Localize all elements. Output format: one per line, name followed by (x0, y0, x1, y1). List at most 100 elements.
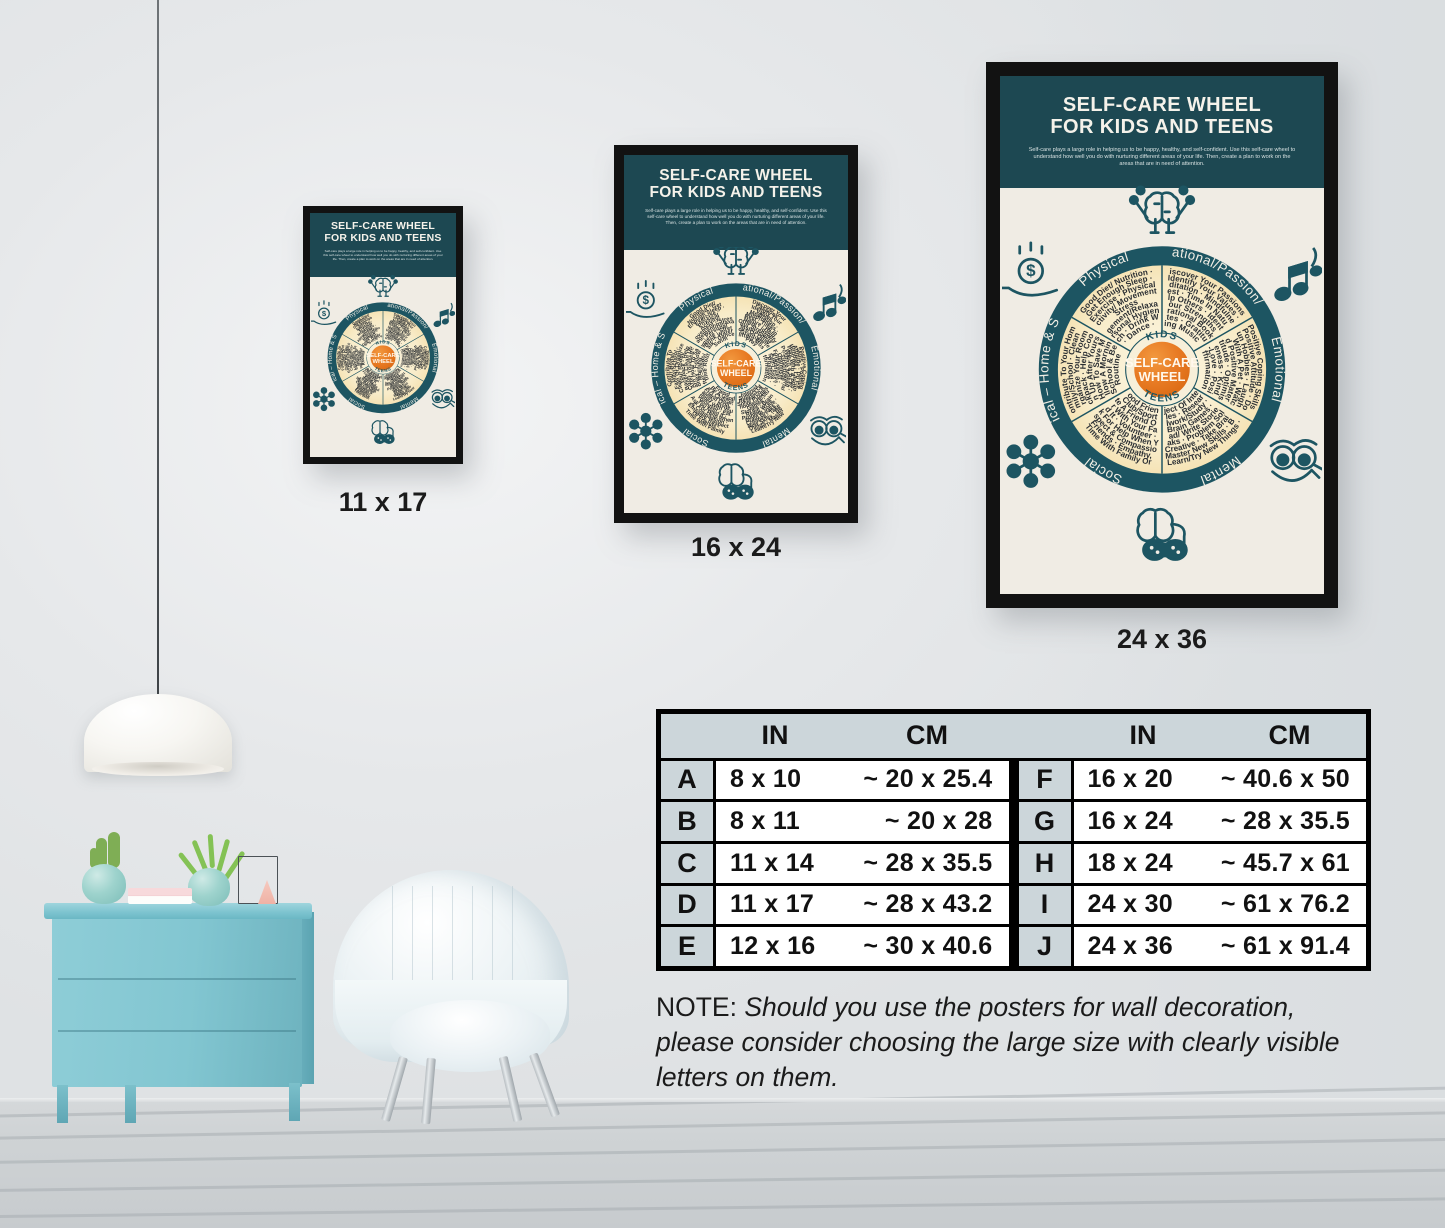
row-letter: F (1018, 760, 1071, 800)
size-label-small: 11 x 17 (338, 487, 428, 517)
pendant-lamp-rim (92, 762, 224, 776)
poster-subtitle: Self-care plays a large role in helping … (323, 248, 443, 261)
row-in: 16 x 24 (1087, 807, 1174, 836)
table-row: B 8 x 11 ~ 20 x 28 G 16 x 24 ~ 28 x 35.5 (661, 802, 1366, 841)
row-values: 12 x 16 ~ 30 x 40.6 (716, 927, 1009, 966)
row-letter: C (661, 843, 713, 883)
row-cm: ~ 28 x 43.2 (863, 890, 993, 919)
plant-pot (82, 864, 126, 904)
header-in-left: IN (761, 720, 789, 751)
row-letter: G (1018, 802, 1071, 841)
row-in: 24 x 36 (1087, 932, 1174, 961)
row-values: 16 x 20 ~ 40.6 x 50 (1073, 760, 1366, 800)
row-values: 8 x 10 ~ 20 x 25.4 (716, 760, 1009, 800)
poster-title-line1: SELF-CARE WHEEL (659, 167, 813, 184)
row-values: 11 x 17 ~ 28 x 43.2 (716, 885, 1009, 925)
note-body: Should you use the posters for wall deco… (656, 992, 1340, 1093)
poster-title-line1: SELF-CARE WHEEL (330, 220, 436, 232)
dresser-leg (57, 1085, 68, 1123)
poster-large[interactable]: SELF-CARE WHEEL FOR KIDS AND TEENS Self-… (1000, 76, 1324, 594)
row-in: 11 x 17 (730, 890, 815, 919)
poster-header: SELF-CARE WHEEL FOR KIDS AND TEENS Self-… (624, 155, 848, 250)
poster-small[interactable]: SELF-CARE WHEEL FOR KIDS AND TEENS Self-… (310, 213, 456, 457)
row-cm: ~ 40.6 x 50 (1220, 765, 1350, 794)
row-cm: ~ 45.7 x 61 (1220, 848, 1350, 877)
plant-pot (188, 868, 230, 906)
size-table-header-row: IN CM IN CM (661, 714, 1366, 758)
row-cm: ~ 61 x 76.2 (1220, 890, 1350, 919)
note-prefix: NOTE: (656, 992, 737, 1022)
poster-header: SELF-CARE WHEEL FOR KIDS AND TEENS Self-… (310, 213, 456, 277)
row-cm: ~ 28 x 35.5 (1220, 807, 1350, 836)
poster-title-line2: FOR KIDS AND TEENS (324, 231, 442, 244)
row-in: 18 x 24 (1087, 848, 1174, 877)
dresser-leg (289, 1083, 300, 1121)
row-values: 11 x 14 ~ 28 x 35.5 (716, 843, 1009, 883)
header-in-right: IN (1129, 720, 1157, 751)
dresser-leg (125, 1085, 136, 1123)
table-row: A 8 x 10 ~ 20 x 25.4 F 16 x 20 ~ 40.6 x 50 (661, 760, 1366, 800)
svg-text:WHEEL: WHEEL (1139, 369, 1186, 384)
svg-text:WHEEL: WHEEL (373, 359, 394, 365)
row-cm: ~ 61 x 91.4 (1220, 932, 1350, 961)
poster-subtitle: Self-care plays a large role in helping … (1028, 146, 1296, 168)
row-values: 18 x 24 ~ 45.7 x 61 (1073, 843, 1366, 883)
svg-text:$: $ (643, 294, 650, 307)
dresser-body (52, 917, 302, 1087)
row-in: 16 x 20 (1087, 765, 1174, 794)
size-label-large: 24 x 36 (1116, 624, 1208, 654)
row-values: 8 x 11 ~ 20 x 28 (716, 802, 1009, 841)
row-in: 8 x 10 (730, 765, 802, 794)
poster-subtitle: Self-care plays a large role in helping … (645, 207, 827, 225)
row-letter: E (661, 927, 713, 966)
row-letter: I (1018, 885, 1071, 925)
baseboard (0, 1098, 1445, 1102)
poster-medium[interactable]: SELF-CARE WHEEL FOR KIDS AND TEENS Self-… (624, 155, 848, 513)
poster-frame-large[interactable]: SELF-CARE WHEEL FOR KIDS AND TEENS Self-… (986, 62, 1338, 608)
svg-text:SELF-CARE: SELF-CARE (711, 359, 762, 369)
poster-frame-medium[interactable]: SELF-CARE WHEEL FOR KIDS AND TEENS Self-… (614, 145, 858, 523)
dresser-drawer-divider (58, 1030, 296, 1032)
svg-text:$: $ (322, 309, 327, 318)
row-in: 12 x 16 (730, 932, 816, 961)
dresser-top-surface (44, 903, 312, 919)
stacked-books (128, 888, 192, 904)
row-cm: ~ 30 x 40.6 (863, 932, 993, 961)
self-care-wheel-small[interactable]: Physical Good Diet/ Nutrition · Get Enou… (311, 275, 455, 457)
row-letter: H (1018, 843, 1071, 883)
row-letter: B (661, 802, 713, 841)
svg-text:SELF-CARE: SELF-CARE (366, 353, 399, 359)
table-row: C 11 x 14 ~ 28 x 35.5 H 18 x 24 ~ 45.7 x 6… (661, 843, 1366, 883)
poster-size-table: IN CM IN CM A 8 x 10 ~ 20 x 25.4 F 16 x 2… (656, 709, 1371, 971)
row-letter: A (661, 760, 713, 800)
row-in: 11 x 14 (730, 848, 815, 877)
row-in: 8 x 11 (730, 807, 800, 836)
svg-text:SELF-CARE: SELF-CARE (1125, 355, 1199, 370)
dresser-drawer-divider (58, 978, 296, 980)
svg-text:WHEEL: WHEEL (720, 368, 753, 378)
poster-title-line1: SELF-CARE WHEEL (1062, 94, 1262, 116)
row-letter: J (1018, 927, 1071, 966)
table-row: E 12 x 16 ~ 30 x 40.6 J 24 x 36 ~ 61 x 91.… (661, 927, 1366, 966)
poster-header: SELF-CARE WHEEL FOR KIDS AND TEENS Self-… (1000, 76, 1324, 188)
cactus-plant (108, 832, 120, 868)
row-values: 24 x 30 ~ 61 x 76.2 (1073, 885, 1366, 925)
svg-text:$: $ (1026, 261, 1036, 280)
self-care-wheel-large[interactable]: Physical Good Diet/ Nutrition · Get Enou… (1002, 182, 1322, 594)
row-cm: ~ 20 x 28 (884, 807, 993, 836)
row-cm: ~ 28 x 35.5 (863, 848, 993, 877)
armchair-seat-cushion (390, 1000, 550, 1072)
note-text: NOTE: Should you use the posters for wal… (656, 990, 1374, 1096)
row-values: 16 x 24 ~ 28 x 35.5 (1073, 802, 1366, 841)
row-cm: ~ 20 x 25.4 (863, 765, 993, 794)
pendant-lamp-cord (157, 0, 159, 698)
row-letter: D (661, 885, 713, 925)
row-in: 24 x 30 (1087, 890, 1174, 919)
poster-title-line2: FOR KIDS AND TEENS (1050, 116, 1274, 139)
header-cm-right: CM (1268, 720, 1311, 751)
row-values: 24 x 36 ~ 61 x 91.4 (1073, 927, 1366, 966)
self-care-wheel-medium[interactable]: Physical Good Diet/ Nutrition · Get Enou… (626, 247, 846, 513)
size-label-medium: 16 x 24 (690, 532, 782, 562)
poster-frame-small[interactable]: SELF-CARE WHEEL FOR KIDS AND TEENS Self-… (303, 206, 463, 464)
table-row: D 11 x 17 ~ 28 x 43.2 I 24 x 30 ~ 61 x 76.… (661, 885, 1366, 925)
